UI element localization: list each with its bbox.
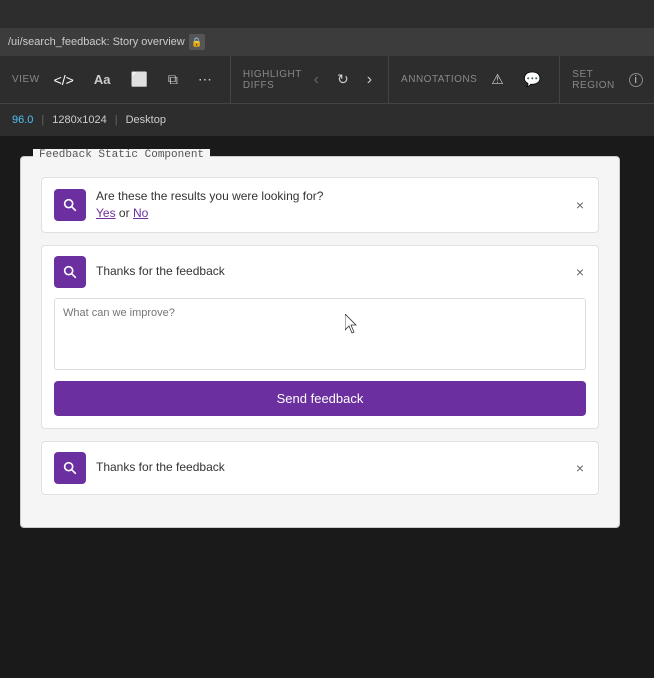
text-aa-icon: Aa [94, 72, 111, 87]
card1-text: Are these the results you were looking f… [96, 188, 564, 222]
comment-icon: 💬 [524, 71, 541, 88]
sync-icon: ↻ [337, 71, 349, 88]
feedback-card-1: Are these the results you were looking f… [41, 177, 599, 233]
highlight-diffs-section: HIGHLIGHT DIFFS ‹ ↻ › [231, 56, 389, 103]
view-text-btn[interactable]: Aa [88, 68, 117, 91]
or-text: or [119, 206, 130, 220]
more-icon: ⋯ [198, 71, 212, 88]
card1-search-icon-box [54, 189, 86, 221]
main-content: Feedback Static Component Are these the … [0, 136, 654, 678]
diff-sync-btn[interactable]: ↻ [331, 67, 355, 92]
card3-search-icon-box [54, 452, 86, 484]
resolution: 1280x1024 [52, 114, 106, 126]
highlight-diffs-label: HIGHLIGHT DIFFS [243, 69, 302, 91]
annotations-label: ANNOTATIONS [401, 74, 477, 85]
no-link[interactable]: No [133, 206, 148, 220]
set-region-info-btn[interactable]: i [623, 69, 649, 91]
card3-header: Thanks for the feedback × [42, 442, 598, 494]
set-region-label: SET REGION [572, 69, 614, 91]
feedback-textarea[interactable] [54, 298, 586, 370]
card3-header-text: Thanks for the feedback [96, 459, 564, 476]
panel-title: Feedback Static Component [33, 149, 210, 161]
code-icon: </> [54, 72, 74, 88]
sep2: | [115, 114, 118, 126]
annotation-warning-btn[interactable]: ⚠ [485, 67, 510, 92]
search-icon-2 [62, 264, 78, 280]
feedback-card-3: Thanks for the feedback × [41, 441, 599, 495]
crop-icon: ⬜ [130, 71, 147, 88]
card2-header: Thanks for the feedback × [42, 246, 598, 298]
lock-icon: 🔒 [189, 34, 205, 50]
device-type: Desktop [126, 114, 166, 126]
yes-link[interactable]: Yes [96, 206, 116, 220]
search-icon [62, 197, 78, 213]
card2-header-text: Thanks for the feedback [96, 263, 564, 280]
card1-header: Are these the results you were looking f… [42, 178, 598, 232]
info-icon: i [629, 73, 643, 87]
top-bar [0, 0, 654, 28]
card2-body: Send feedback [42, 298, 598, 428]
dims-bar: 96.0 | 1280x1024 | Desktop [0, 104, 654, 136]
card2-close-btn[interactable]: × [574, 263, 586, 281]
view-section: VIEW </> Aa ⬜ ⧉ ⋯ [0, 56, 231, 103]
breadcrumb-bar: /ui/search_feedback: Story overview 🔒 [0, 28, 654, 56]
annotations-section: ANNOTATIONS ⚠ 💬 [389, 56, 560, 103]
card2-search-icon-box [54, 256, 86, 288]
search-icon-3 [62, 460, 78, 476]
breadcrumb-path: /ui/search_feedback: Story overview [8, 36, 185, 48]
feedback-card-2: Thanks for the feedback × Send feedback [41, 245, 599, 429]
toolbar: VIEW </> Aa ⬜ ⧉ ⋯ HIGHLIGHT DIFFS ‹ ↻ › … [0, 56, 654, 104]
chevron-right-icon: › [367, 71, 372, 88]
set-region-section: SET REGION i ⊞ Ignore Include Exclude [560, 56, 654, 103]
annotation-comment-btn[interactable]: 💬 [518, 67, 547, 92]
zoom-level: 96.0 [12, 114, 33, 126]
view-more-btn[interactable]: ⋯ [192, 67, 218, 92]
view-crop-btn[interactable]: ⬜ [124, 67, 153, 92]
warning-icon: ⚠ [491, 71, 504, 88]
sep1: | [41, 114, 44, 126]
chevron-left-icon: ‹ [314, 71, 319, 88]
feedback-static-component: Feedback Static Component Are these the … [20, 156, 620, 528]
view-code-btn[interactable]: </> [48, 68, 80, 92]
layers-icon: ⧉ [168, 71, 178, 88]
view-layers-btn[interactable]: ⧉ [162, 67, 184, 92]
send-feedback-btn[interactable]: Send feedback [54, 381, 586, 416]
diff-next-btn[interactable]: › [363, 69, 376, 91]
diff-prev-btn[interactable]: ‹ [310, 69, 323, 91]
view-label: VIEW [12, 74, 40, 85]
card1-close-btn[interactable]: × [574, 196, 586, 214]
card3-close-btn[interactable]: × [574, 459, 586, 477]
